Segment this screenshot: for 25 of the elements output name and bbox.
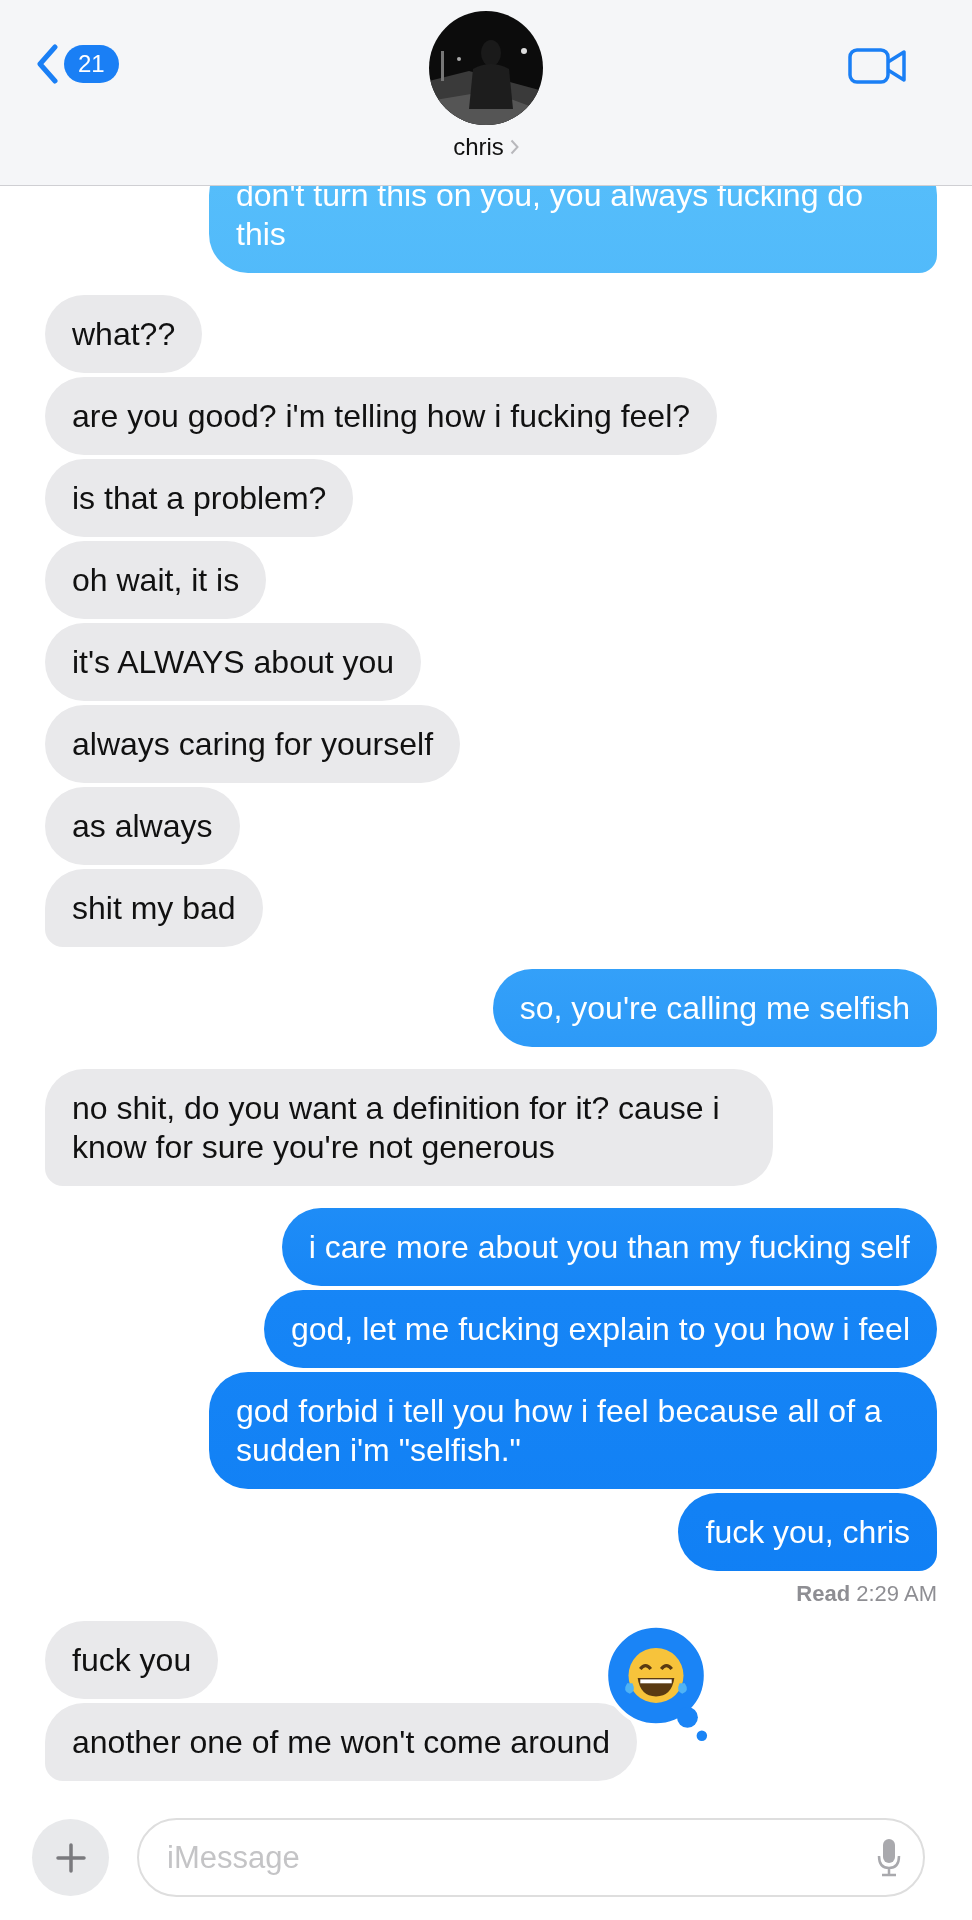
read-receipt: Read 2:29 AM xyxy=(796,1581,937,1607)
received-message-bubble: what?? xyxy=(45,295,203,373)
video-call-button[interactable] xyxy=(848,46,908,86)
received-message-bubble: shit my bad xyxy=(45,869,263,947)
plus-icon xyxy=(55,1842,86,1873)
sent-message-bubble: i care more about you than my fucking self xyxy=(281,1208,937,1286)
received-message-bubble: as always xyxy=(45,787,240,865)
chevron-right-icon xyxy=(509,139,519,155)
unread-count-badge: 21 xyxy=(64,45,119,83)
received-message-bubble: are you good? i'm telling how i fucking feel? xyxy=(45,377,718,455)
received-message-bubble: it's ALWAYS about you xyxy=(45,623,422,701)
microphone-icon xyxy=(877,1838,901,1878)
sent-message-bubble: fuck you, chris xyxy=(678,1493,937,1571)
received-message-bubble: is that a problem? xyxy=(45,459,354,537)
sent-message-bubble: so, you're calling me selfish xyxy=(492,969,937,1047)
received-message-bubble: no shit, do you want a definition for it? cause i know for sure you're not generous xyxy=(45,1069,773,1186)
received-message-bubble: oh wait, it is xyxy=(45,541,267,619)
received-message-bubble: always caring for yourself xyxy=(45,705,461,783)
received-message-bubble: fuck you xyxy=(45,1621,219,1699)
sent-message-bubble: god, let me fucking explain to you how i feel xyxy=(263,1290,937,1368)
message-input-field[interactable]: iMessage xyxy=(137,1818,925,1897)
video-camera-icon xyxy=(848,46,908,86)
sent-message-bubble: god forbid i tell you how i feel because all of a sudden i'm "selfish." xyxy=(209,1372,937,1489)
back-button[interactable]: 21 xyxy=(36,44,119,84)
back-chevron-icon xyxy=(36,44,58,84)
